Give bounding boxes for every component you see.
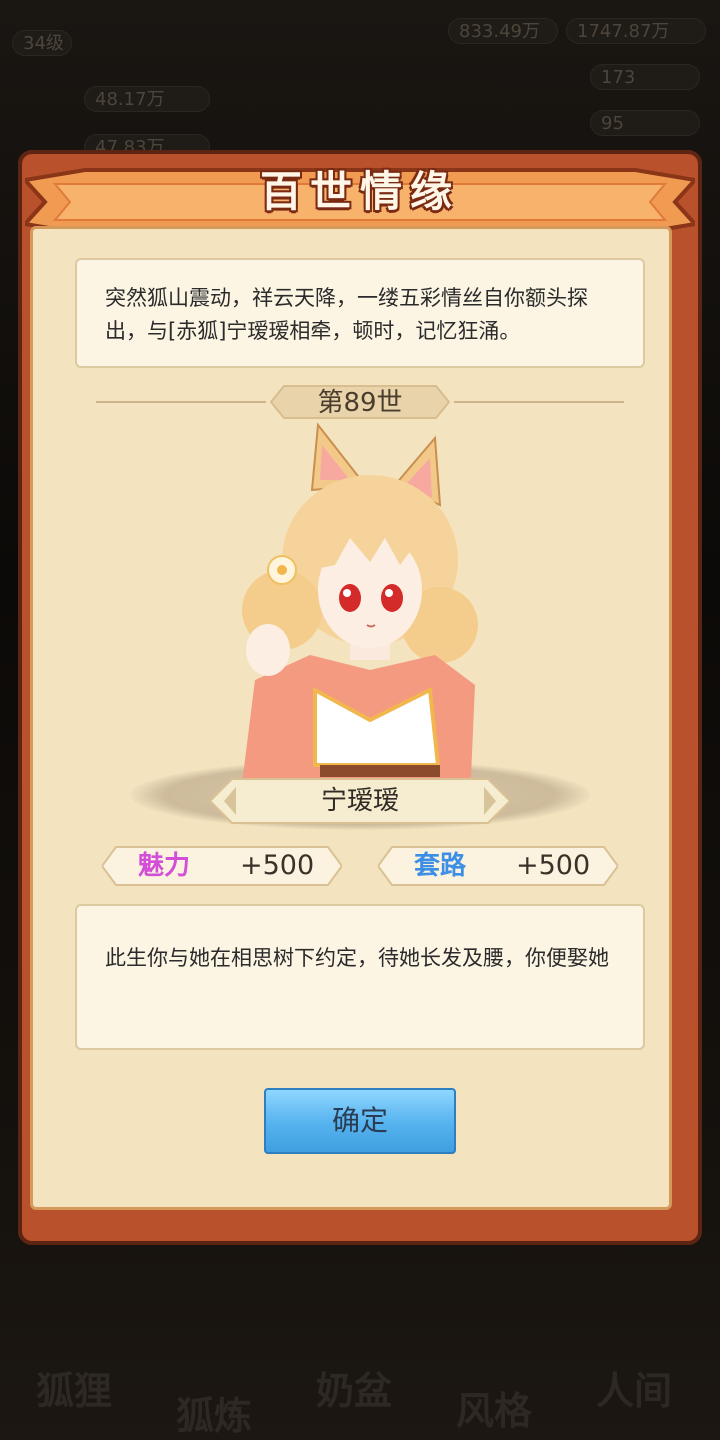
trick-label: 套路 xyxy=(414,851,467,881)
nav-item[interactable]: 奶盆 xyxy=(316,1360,392,1415)
character-portrait xyxy=(240,422,478,800)
character-name: 宁瑷瑷 xyxy=(320,786,399,816)
nav-item[interactable]: 风格 xyxy=(456,1380,532,1435)
life-label: 第89世 xyxy=(317,388,403,418)
confirm-button[interactable]: 确定 xyxy=(264,1088,456,1154)
resource-right-1: 173 xyxy=(590,64,700,90)
trick-value: +500 xyxy=(516,850,591,881)
intro-text: 突然狐山震动，祥云天降，一缕五彩情丝自你额头探出，与[赤狐]宁瑷瑷相牵，顿时，记… xyxy=(75,258,645,368)
nav-item[interactable]: 狐狸 xyxy=(36,1360,112,1415)
resource-top-1: 833.49万 xyxy=(448,18,558,44)
nav-item[interactable]: 狐炼 xyxy=(176,1385,252,1440)
dialog-title: 百世情缘 xyxy=(259,167,460,216)
charm-value: +500 xyxy=(240,850,315,881)
resource-right-2: 95 xyxy=(590,110,700,136)
nav-item[interactable]: 人间 xyxy=(596,1360,672,1415)
resource-left-1: 48.17万 xyxy=(84,86,210,112)
resource-top-2: 1747.87万 xyxy=(566,18,706,44)
level-badge: 34级 xyxy=(12,30,72,56)
story-text: 此生你与她在相思树下约定，待她长发及腰，你便娶她 xyxy=(75,904,645,1050)
charm-label: 魅力 xyxy=(138,851,191,881)
